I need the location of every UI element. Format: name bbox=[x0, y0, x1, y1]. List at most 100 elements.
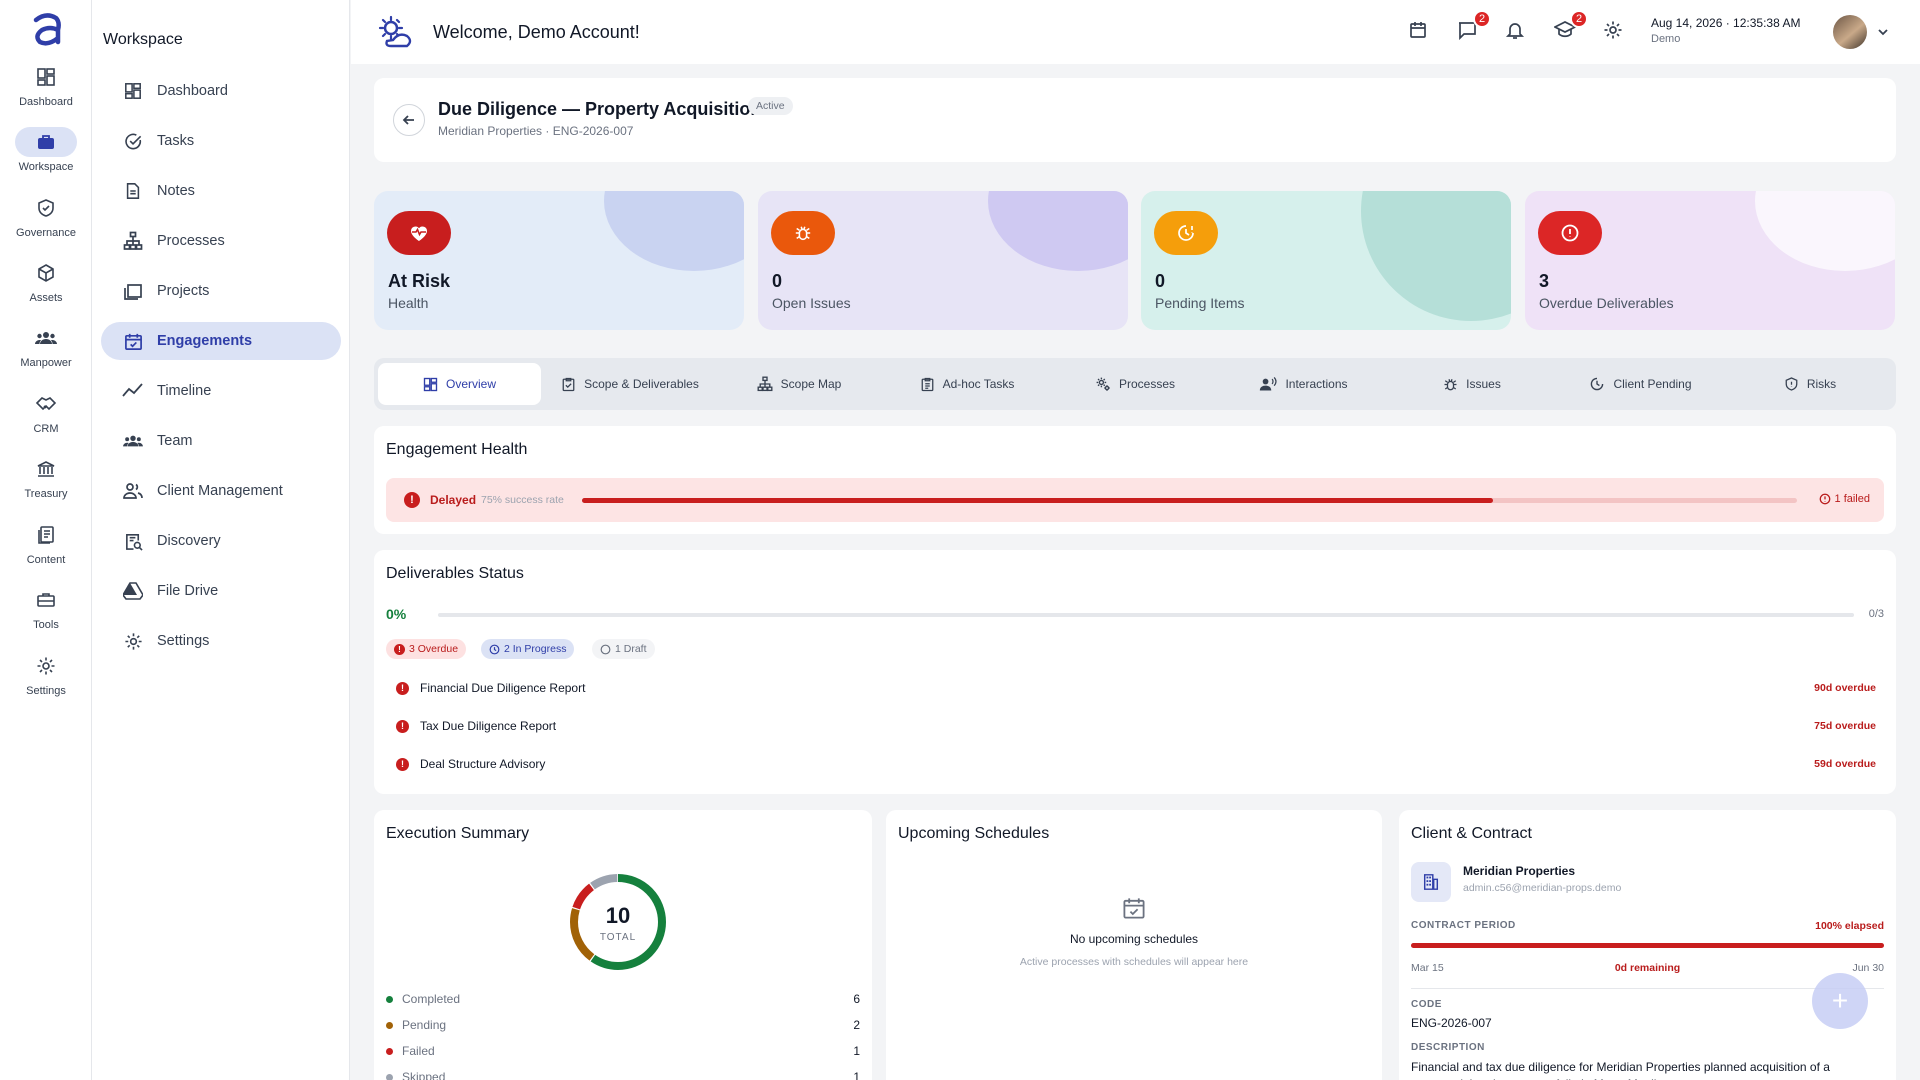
toolbox-icon bbox=[15, 585, 77, 615]
legend-label: Completed bbox=[402, 992, 461, 1006]
legend-value: 1 bbox=[853, 1044, 860, 1058]
chip-label: 1 Draft bbox=[615, 643, 647, 655]
sidebar-item-notes[interactable]: Notes bbox=[101, 172, 341, 210]
rail-item-governance[interactable]: Governance bbox=[0, 193, 92, 253]
cube-icon bbox=[15, 258, 77, 288]
sidebar-item-label: Team bbox=[157, 433, 193, 449]
alert-icon: ! bbox=[396, 681, 409, 695]
rail-item-treasury[interactable]: Treasury bbox=[0, 454, 92, 514]
legend-dot bbox=[386, 1021, 393, 1029]
deliverable-row[interactable]: ! Deal Structure Advisory bbox=[396, 754, 545, 774]
clock-icon bbox=[1591, 377, 1604, 391]
chip-in-progress[interactable]: 2 In Progress bbox=[481, 639, 575, 659]
donut-total-label: TOTAL bbox=[599, 932, 637, 943]
top-header: Welcome, Demo Account! 2 2 Aug 14, 2026 … bbox=[351, 0, 1920, 64]
plus-icon: + bbox=[1831, 985, 1849, 1016]
rail-item-settings[interactable]: Settings bbox=[0, 651, 92, 711]
tab-adhoc-tasks[interactable]: Ad-hoc Tasks bbox=[887, 363, 1047, 405]
rail-item-tools[interactable]: Tools bbox=[0, 585, 92, 645]
settings-button[interactable] bbox=[1603, 20, 1627, 44]
notifications-button[interactable] bbox=[1505, 20, 1529, 44]
back-button[interactable] bbox=[393, 104, 425, 136]
app-logo-icon[interactable] bbox=[28, 10, 64, 50]
rail-item-content[interactable]: Content bbox=[0, 520, 92, 580]
sidebar-item-engagements[interactable]: Engagements bbox=[101, 322, 341, 360]
legend-item: Completed 6 bbox=[386, 991, 860, 1007]
sidebar-item-client-management[interactable]: Client Management bbox=[101, 472, 341, 510]
tab-label: Client Pending bbox=[1613, 377, 1692, 391]
deliverables-count: 0/3 bbox=[1868, 608, 1884, 620]
briefcase-icon bbox=[15, 127, 77, 157]
tab-label: Issues bbox=[1466, 377, 1501, 391]
rail-item-dashboard[interactable]: Dashboard bbox=[0, 62, 92, 122]
stat-label: Pending Items bbox=[1155, 295, 1245, 311]
tab-interactions[interactable]: Interactions bbox=[1223, 363, 1384, 405]
rail-label: Manpower bbox=[20, 357, 72, 369]
dashboard-icon bbox=[15, 62, 77, 92]
tab-overview[interactable]: Overview bbox=[378, 363, 541, 405]
empty-state-title: No upcoming schedules bbox=[1069, 932, 1199, 946]
hierarchy-icon bbox=[757, 376, 773, 392]
stat-card-pending-items[interactable]: 0 Pending Items bbox=[1141, 191, 1511, 330]
stat-card-health[interactable]: At Risk Health bbox=[374, 191, 744, 330]
rail-item-crm[interactable]: CRM bbox=[0, 389, 92, 449]
sidebar-item-team[interactable]: Team bbox=[101, 422, 341, 460]
bug-icon bbox=[1444, 378, 1457, 390]
sidebar-item-timeline[interactable]: Timeline bbox=[101, 372, 341, 410]
tab-issues[interactable]: Issues bbox=[1392, 363, 1552, 405]
chip-overdue[interactable]: ! 3 Overdue bbox=[386, 639, 467, 659]
tab-scope-deliverables[interactable]: Scope & Deliverables bbox=[549, 363, 711, 405]
divider bbox=[1411, 988, 1884, 989]
sidebar-item-processes[interactable]: Processes bbox=[101, 222, 341, 260]
note-icon bbox=[122, 180, 144, 202]
sidebar-item-label: Projects bbox=[157, 283, 210, 299]
heart-pulse-icon bbox=[387, 211, 451, 255]
calendar-button[interactable] bbox=[1408, 20, 1432, 44]
sidebar-item-settings[interactable]: Settings bbox=[101, 622, 341, 660]
document-search-icon bbox=[122, 530, 144, 552]
deliverables-progress-track bbox=[438, 613, 1854, 617]
client-email[interactable]: admin.c56@meridian-props.demo bbox=[1463, 882, 1621, 894]
deliverable-row[interactable]: ! Financial Due Diligence Report bbox=[396, 678, 585, 698]
legend-value: 6 bbox=[853, 992, 860, 1006]
section-title: Deliverables Status bbox=[386, 565, 524, 582]
sidebar-item-file-drive[interactable]: File Drive bbox=[101, 572, 341, 610]
sidebar-item-projects[interactable]: Projects bbox=[101, 272, 341, 310]
section-title: Engagement Health bbox=[386, 441, 528, 458]
chip-draft[interactable]: 1 Draft bbox=[592, 639, 655, 659]
legend-label: Pending bbox=[402, 1018, 447, 1032]
user-avatar[interactable] bbox=[1833, 15, 1867, 49]
tab-client-pending[interactable]: Client Pending bbox=[1560, 363, 1721, 405]
bank-icon bbox=[15, 454, 77, 484]
stat-card-open-issues[interactable]: 0 Open Issues bbox=[758, 191, 1128, 330]
add-fab-button[interactable]: + bbox=[1812, 973, 1868, 1029]
upcoming-schedules-card: Upcoming Schedules No upcoming schedules… bbox=[886, 810, 1382, 1080]
chevron-down-icon[interactable] bbox=[1876, 25, 1890, 39]
stat-card-overdue-deliverables[interactable]: 3 Overdue Deliverables bbox=[1525, 191, 1895, 330]
legend-value: 1 bbox=[853, 1070, 860, 1080]
training-button[interactable]: 2 bbox=[1554, 10, 1588, 44]
sidebar-item-dashboard[interactable]: Dashboard bbox=[101, 72, 341, 110]
deliverable-row[interactable]: ! Tax Due Diligence Report bbox=[396, 716, 556, 736]
clock-alert-icon bbox=[1154, 211, 1218, 255]
rail-item-manpower[interactable]: Manpower bbox=[0, 323, 92, 383]
messages-button[interactable]: 2 bbox=[1457, 10, 1491, 44]
tab-label: Processes bbox=[1118, 377, 1176, 391]
current-datetime: Aug 14, 2026 · 12:35:38 AM bbox=[1651, 16, 1801, 30]
shield-check-icon bbox=[15, 193, 77, 223]
engagement-health-card: Engagement Health ! Delayed 75% success … bbox=[374, 426, 1896, 534]
rail-item-assets[interactable]: Assets bbox=[0, 258, 92, 318]
sidebar-item-tasks[interactable]: Tasks bbox=[101, 122, 341, 160]
gears-icon bbox=[1096, 377, 1110, 391]
tab-risks[interactable]: Risks bbox=[1729, 363, 1891, 405]
rail-item-workspace[interactable]: Workspace bbox=[0, 127, 92, 187]
alert-icon: ! bbox=[394, 643, 405, 655]
check-circle-icon bbox=[122, 130, 144, 152]
overdue-label: 59d overdue bbox=[1814, 758, 1876, 770]
tab-scope-map[interactable]: Scope Map bbox=[719, 363, 879, 405]
code-label: CODE bbox=[1411, 999, 1442, 1010]
sidebar-item-discovery[interactable]: Discovery bbox=[101, 522, 341, 560]
tab-processes[interactable]: Processes bbox=[1055, 363, 1215, 405]
sidebar-title: Workspace bbox=[103, 31, 183, 48]
client-name[interactable]: Meridian Properties bbox=[1463, 864, 1575, 878]
